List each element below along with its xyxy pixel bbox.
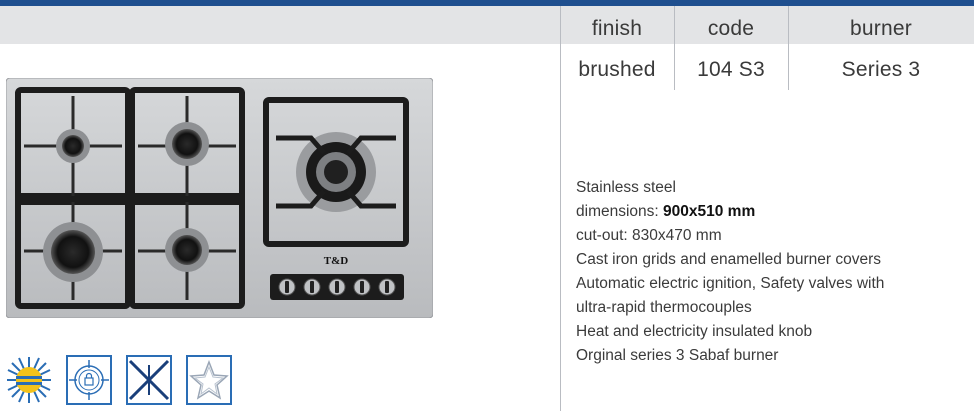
spec-header-burner: burner — [850, 17, 912, 40]
spark-icon — [126, 355, 172, 405]
spec-value-burner: Series 3 — [841, 58, 921, 81]
desc-material: Stainless steel — [576, 179, 676, 196]
spec-value-code: 104 S3 — [697, 58, 765, 81]
dimensions-value: 900x510 mm — [663, 203, 756, 220]
product-description: Stainless steel dimensions: 900x510 mm c… — [576, 176, 884, 368]
desc-grids: Cast iron grids and enamelled burner cov… — [576, 251, 881, 268]
cooktop-product-image: T&D — [6, 78, 433, 318]
desc-cutout: cut-out: 830x470 mm — [576, 227, 722, 244]
spec-header-finish: finish — [591, 17, 643, 40]
desc-ignition: Automatic electric ignition, Safety valv… — [576, 275, 885, 292]
desc-burner: Orginal series 3 Sabaf burner — [576, 347, 779, 364]
sun-icon — [6, 355, 52, 405]
desc-thermocouples: ultra-rapid thermocouples — [576, 299, 752, 316]
desc-knob: Heat and electricity insulated knob — [576, 323, 813, 340]
lock-target-icon — [66, 355, 112, 405]
brand-logo: T&D — [324, 255, 349, 267]
spec-value-finish: brushed — [578, 58, 656, 81]
desc-dimensions: dimensions: 900x510 mm — [576, 203, 756, 220]
spec-header-code: code — [707, 17, 755, 40]
star-icon — [186, 355, 232, 405]
feature-icon-row — [6, 355, 232, 405]
burner-small — [56, 129, 90, 163]
